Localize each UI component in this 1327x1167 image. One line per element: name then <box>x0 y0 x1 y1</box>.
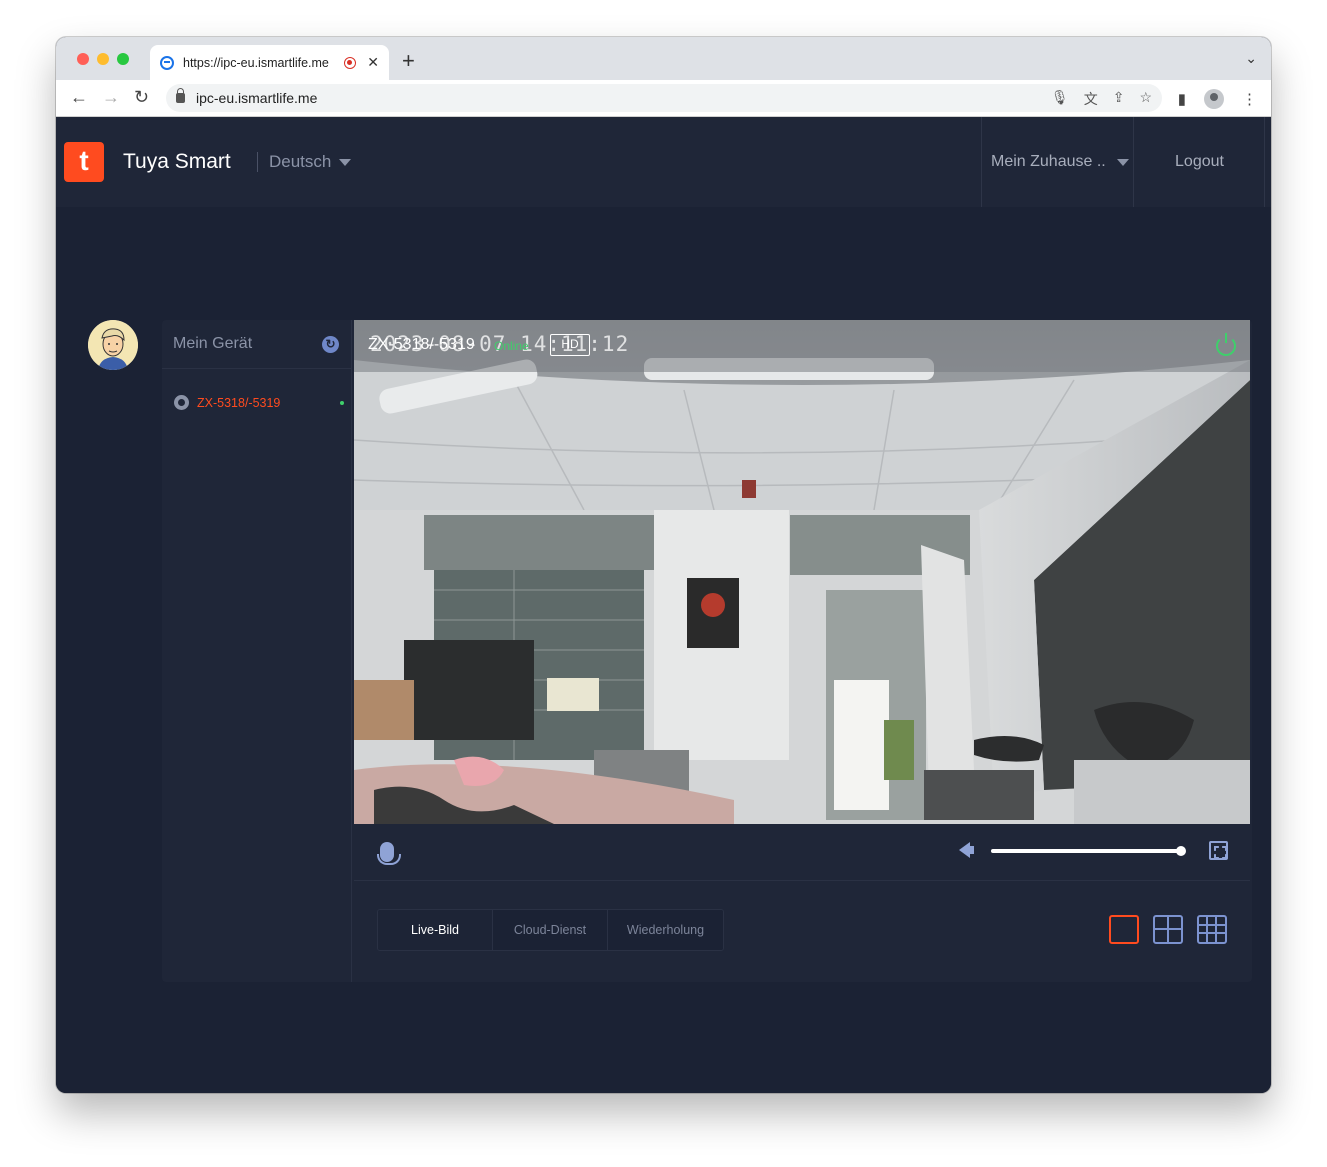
address-url[interactable]: ipc-eu.ismartlife.me <box>196 90 317 106</box>
home-selector[interactable]: Mein Zuhause .. <box>981 117 1134 207</box>
fullscreen-icon[interactable] <box>1209 841 1228 860</box>
close-window-button[interactable] <box>77 53 89 65</box>
tuya-logo-icon[interactable]: t <box>64 142 104 182</box>
share-icon[interactable]: ⇪ <box>1113 89 1125 109</box>
minimize-window-button[interactable] <box>97 53 109 65</box>
microphone-icon[interactable] <box>377 842 401 865</box>
browser-menu-icon[interactable]: ⋮ <box>1242 90 1257 108</box>
lock-icon[interactable] <box>176 88 185 103</box>
quality-toggle-button[interactable]: HD <box>550 334 590 356</box>
sidebar-title: Mein Gerät <box>173 335 253 352</box>
address-bar[interactable]: ipc-eu.ismartlife.me 🎙 文 ⇪ ☆ <box>166 84 1162 112</box>
browser-toolbar: ← → ↻ ipc-eu.ismartlife.me 🎙 文 ⇪ ☆ ▮ ⋮ <box>56 80 1271 117</box>
zoom-window-button[interactable] <box>117 53 129 65</box>
speaker-icon[interactable] <box>959 842 974 858</box>
translate-icon[interactable]: 文 <box>1084 89 1098 109</box>
app-header: t Tuya Smart Deutsch Mein Zuhause .. Log… <box>56 117 1271 207</box>
online-status-dot <box>340 400 344 405</box>
tab-title: https://ipc-eu.ismartlife.me <box>183 55 329 70</box>
microphone-icon[interactable]: 🎙 <box>1051 89 1069 109</box>
user-avatar-icon <box>88 320 138 370</box>
tab-search-chevron-icon[interactable]: ⌄ <box>1245 50 1257 67</box>
tab-strip: https://ipc-eu.ismartlife.me ✕ + ⌄ <box>56 37 1271 80</box>
site-favicon-icon <box>160 55 174 70</box>
recording-indicator-icon <box>344 56 357 69</box>
camera-icon <box>174 395 189 410</box>
device-name[interactable]: ZX-5318/-5319 <box>197 396 340 410</box>
caret-down-icon[interactable] <box>1116 158 1129 166</box>
profile-avatar-icon[interactable] <box>1204 89 1224 109</box>
home-label[interactable]: Mein Zuhause .. <box>991 153 1106 171</box>
view-mode-tabs: Live-Bild Cloud-Dienst Wiederholung <box>377 909 724 951</box>
logout-button[interactable]: Logout <box>1135 117 1265 207</box>
tab-cloud-service[interactable]: Cloud-Dienst <box>493 910 608 950</box>
device-panel: Mein Gerät ↻ ZX-5318/-5319 2023-08-07 14… <box>162 320 1252 982</box>
volume-slider-handle[interactable] <box>1176 846 1186 856</box>
user-avatar[interactable] <box>88 320 138 370</box>
live-video-view[interactable]: 2023-08-07 14:11:12 ZX-5318/-5319 Online… <box>354 320 1250 824</box>
browser-window: https://ipc-eu.ismartlife.me ✕ + ⌄ ← → ↻… <box>56 37 1271 1093</box>
camera-status: Online <box>494 339 529 353</box>
brand-name: Tuya Smart <box>123 150 231 173</box>
reload-icon[interactable]: ↻ <box>134 88 149 106</box>
refresh-icon[interactable]: ↻ <box>322 336 339 353</box>
device-sidebar: Mein Gerät ↻ ZX-5318/-5319 <box>162 320 352 982</box>
volume-slider[interactable] <box>991 846 1186 856</box>
tab-close-button[interactable]: ✕ <box>367 54 379 71</box>
toolbar-right-actions: ▮ ⋮ <box>1178 89 1257 109</box>
forward-arrow-icon[interactable]: → <box>102 88 120 106</box>
single-view-layout-icon[interactable] <box>1109 915 1139 944</box>
camera-feed-image <box>354 320 1250 824</box>
language-selector[interactable]: Deutsch <box>257 152 352 172</box>
tab-playback[interactable]: Wiederholung <box>608 910 723 950</box>
bookmark-star-icon[interactable]: ☆ <box>1139 89 1152 109</box>
app-body: t Tuya Smart Deutsch Mein Zuhause .. Log… <box>56 117 1271 1093</box>
camera-name: ZX-5318/-5319 <box>368 336 475 353</box>
device-list-item[interactable]: ZX-5318/-5319 <box>174 395 344 410</box>
browser-tab[interactable]: https://ipc-eu.ismartlife.me ✕ <box>150 45 389 80</box>
quad-view-layout-icon[interactable] <box>1153 915 1183 944</box>
back-arrow-icon[interactable]: ← <box>70 88 88 106</box>
caret-down-icon[interactable] <box>339 159 352 167</box>
nine-view-layout-icon[interactable] <box>1197 915 1227 944</box>
tab-live-view[interactable]: Live-Bild <box>378 910 493 950</box>
address-bar-actions: 🎙 文 ⇪ ☆ <box>1051 89 1152 109</box>
window-controls <box>77 53 129 65</box>
sidebar-header: Mein Gerät ↻ <box>162 320 351 369</box>
power-icon[interactable] <box>1216 333 1236 356</box>
language-label[interactable]: Deutsch <box>269 152 331 171</box>
side-panel-icon[interactable]: ▮ <box>1178 90 1186 108</box>
new-tab-button[interactable]: + <box>402 50 415 72</box>
video-controls <box>354 824 1250 881</box>
